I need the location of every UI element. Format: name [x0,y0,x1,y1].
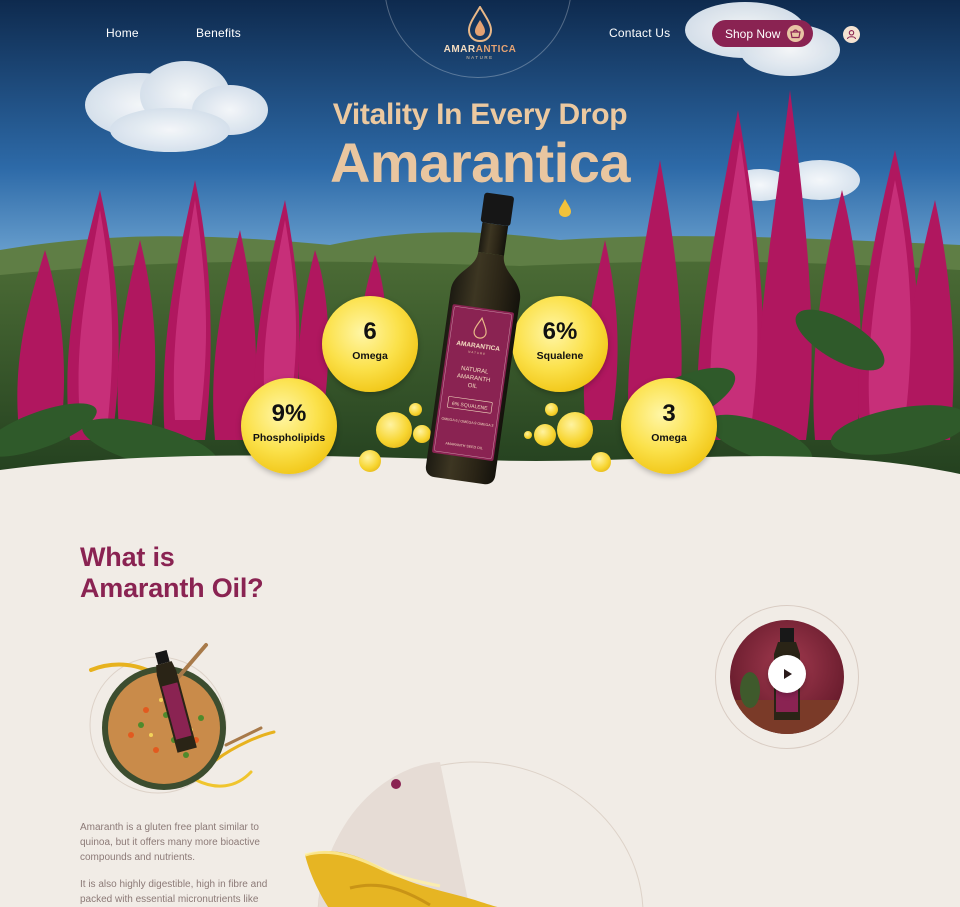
intro-paragraph: It is also highly digestible, high in fi… [80,879,268,905]
benefits-arc-decoration [304,761,644,907]
logo-wordmark: AMARANTICA [443,44,517,55]
oil-droplet [545,403,558,416]
falling-drop-decoration [559,199,571,217]
amaranth-bowl-image [89,643,276,794]
brand-logo[interactable]: AMARANTICA NATURE [430,4,530,64]
basket-icon [787,25,804,42]
stat-bubble-phospholipids: 9% Phospholipids [241,378,337,474]
hero-tagline: Vitality In Every Drop [332,98,628,131]
nav-link-home[interactable]: Home [106,26,139,40]
oil-droplet [376,412,412,448]
stat-bubble-omega-6: 6 Omega [322,296,418,392]
nav-link-benefits[interactable]: Benefits [196,26,241,40]
oil-drop-icon [468,6,492,42]
stat-label: Omega [651,432,687,444]
play-video-button[interactable] [768,655,806,693]
stat-label: Phospholipids [252,432,326,444]
oil-droplet [591,452,611,472]
page: Home Benefits AMARANTICA NATURE Contact … [0,0,960,907]
user-icon[interactable] [843,26,860,43]
stat-value: 9% [271,400,307,427]
section-title-line2: Amaranth Oil? [80,573,264,603]
play-icon [784,669,792,679]
oil-droplet [557,412,593,448]
oil-droplet [409,403,422,416]
nav-link-contact[interactable]: Contact Us [609,26,670,40]
stat-value: 6 [363,318,377,345]
oil-droplet [359,450,381,472]
section-title: What is Amaranth Oil? [80,542,264,604]
stat-label: Omega [352,350,388,362]
shop-now-button[interactable]: Shop Now [712,20,813,47]
shop-now-label: Shop Now [725,26,781,41]
stat-value: 3 [662,400,676,427]
section-title-line1: What is [80,542,175,572]
logo-subtitle: NATURE [466,55,494,60]
stat-bubble-omega-3: 3 Omega [621,378,717,474]
oil-bottle-image: AMARANTICA NATURE NATURAL AMARANTH OIL 6… [425,192,520,485]
intro-paragraph: Amaranth is a gluten free plant similar … [80,822,260,863]
oil-droplet [534,424,556,446]
hero-title: Amarantica [329,131,631,194]
